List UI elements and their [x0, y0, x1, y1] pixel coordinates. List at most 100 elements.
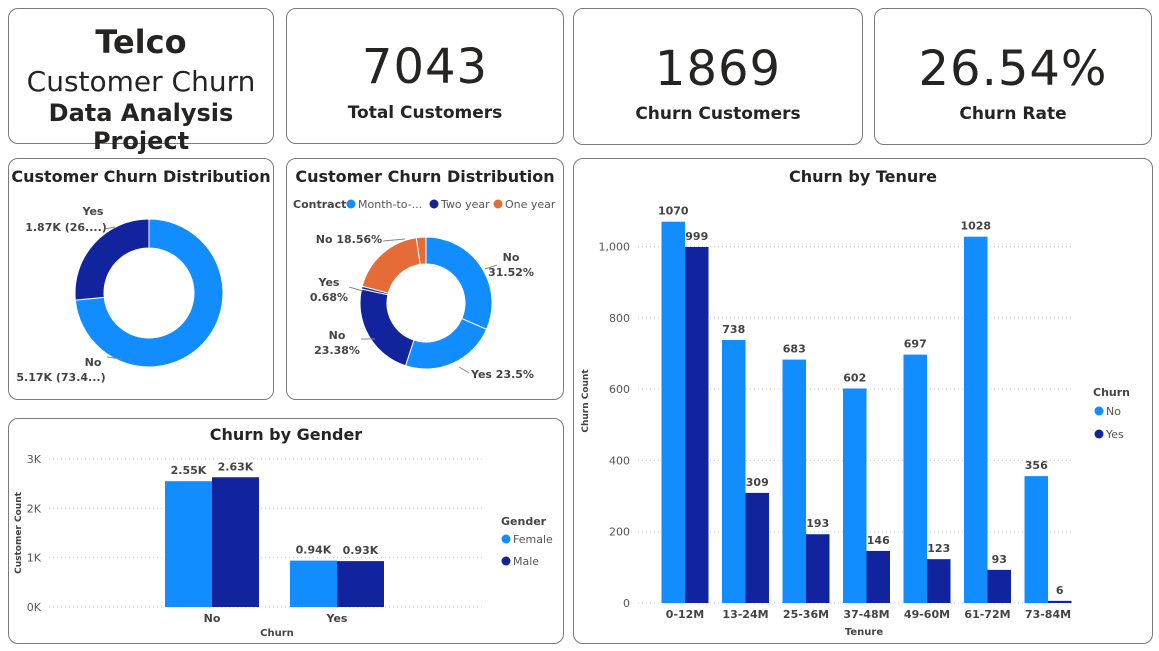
legend-label[interactable]: Female	[513, 533, 553, 546]
data-label: 0.93K	[343, 544, 379, 557]
data-label: 2.63K	[218, 460, 254, 473]
donut-slice-no[interactable]	[359, 288, 415, 367]
bar-no[interactable]	[782, 359, 807, 603]
legend-marker	[501, 556, 511, 566]
data-label: 1070	[658, 205, 689, 218]
legend-label[interactable]: No	[1106, 405, 1121, 418]
bar-no[interactable]	[964, 236, 988, 603]
leader-line	[348, 286, 364, 292]
y-tick-label: 600	[609, 383, 630, 396]
y-tick-label: 0	[623, 597, 630, 610]
chart-churn-by-contract: Customer Churn Distribution Contract Mont…	[286, 158, 564, 400]
data-label: 356	[1025, 459, 1048, 472]
legend-marker	[346, 199, 356, 209]
title-card: Telco Customer Churn Data Analysis Proje…	[8, 8, 274, 155]
kpi-value: 26.54%	[918, 41, 1108, 97]
x-tick-label: 0-12M	[666, 608, 704, 621]
x-tick-label: 49-60M	[904, 608, 950, 621]
data-label: 999	[685, 230, 708, 243]
legend-title: Contract	[293, 198, 346, 211]
slice-label: 0.68%	[310, 291, 348, 304]
data-label: 123	[927, 542, 950, 555]
slice-label: Yes	[318, 276, 340, 289]
donut-chart: Contract Month-to-... Two year One year No 31…	[293, 198, 556, 381]
kpi-value: 7043	[361, 39, 489, 95]
x-axis-title: Churn	[260, 628, 294, 639]
donut-chart: Yes 1.87K (26....) No 5.17K (73.4...)	[16, 205, 224, 384]
kpi-value: 1869	[654, 41, 782, 97]
bar-chart: 0 200 400 600 800 1,000 1070 999 0-12M 738 309 13-2…	[581, 205, 1130, 638]
legend-label[interactable]: Two year	[440, 198, 490, 211]
slice-label: No	[503, 251, 520, 264]
bar-female[interactable]	[165, 481, 212, 607]
chart-churn-by-gender: Churn by Gender 0K 1K 2K 3K 2.55K 2.63K No 0.94…	[8, 418, 564, 644]
legend-marker	[1094, 406, 1104, 416]
y-tick-label: 0K	[27, 601, 42, 614]
slice-label: 31.52%	[488, 266, 534, 279]
legend-label[interactable]: Male	[513, 555, 539, 568]
x-tick-label: No	[204, 612, 221, 625]
slice-label: 23.38%	[314, 344, 360, 357]
y-tick-label: 1K	[27, 552, 42, 565]
y-tick-label: 1,000	[599, 241, 631, 254]
data-label: 0.94K	[296, 544, 332, 557]
data-label: 1028	[960, 220, 991, 233]
data-label: 683	[783, 343, 806, 356]
data-label: 146	[867, 534, 890, 547]
legend-label[interactable]: Month-to-...	[358, 198, 422, 211]
bar-female[interactable]	[290, 560, 337, 607]
bar-yes[interactable]	[745, 492, 770, 603]
bar-no[interactable]	[661, 221, 686, 603]
kpi-label: Total Customers	[347, 103, 503, 123]
x-tick-label: 37-48M	[843, 608, 889, 621]
slice-label: Yes 23.5%	[470, 368, 534, 381]
x-tick-label: Yes	[326, 612, 348, 625]
y-tick-label: 400	[609, 454, 630, 467]
chart-churn-by-tenure: Churn by Tenure 0 200 400 600 800 1,000 1070 99…	[573, 158, 1153, 644]
bar-no[interactable]	[903, 354, 928, 603]
bar-yes[interactable]	[685, 246, 709, 603]
legend-marker	[429, 199, 439, 209]
bar-no[interactable]	[843, 388, 867, 603]
donut-slice-no[interactable]	[425, 236, 493, 330]
bar-yes[interactable]	[987, 569, 1012, 603]
y-axis-title: Churn Count	[581, 369, 591, 433]
data-label: 6	[1056, 584, 1064, 597]
x-tick-label: 73-84M	[1025, 608, 1071, 621]
chart-churn-distribution: Customer Churn Distribution Yes 1.87K (26…	[8, 158, 274, 400]
legend-title: Gender	[501, 515, 547, 528]
data-label: 738	[722, 323, 745, 336]
data-label: 697	[904, 338, 927, 351]
x-tick-label: 13-24M	[722, 608, 768, 621]
title-line-3: Data Analysis Project	[48, 99, 234, 155]
x-tick-label: 61-72M	[964, 608, 1010, 621]
donut-slice-no[interactable]	[361, 237, 421, 294]
kpi-churn-customers: 1869 Churn Customers	[573, 8, 863, 145]
x-axis-title: Tenure	[845, 627, 883, 638]
legend-marker	[1094, 429, 1104, 439]
slice-label-no-category: No	[85, 356, 102, 369]
bar-male[interactable]	[212, 477, 259, 607]
y-tick-label: 800	[609, 312, 630, 325]
slice-label: No 18.56%	[316, 233, 382, 246]
legend-label[interactable]: Yes	[1105, 428, 1124, 441]
bar-no[interactable]	[722, 340, 746, 603]
data-label: 193	[806, 517, 829, 530]
x-tick-label: 25-36M	[783, 608, 829, 621]
legend-marker	[501, 534, 511, 544]
bar-yes[interactable]	[1048, 600, 1072, 603]
slice-label-no-value: 5.17K (73.4...)	[16, 371, 105, 384]
leader-line	[458, 366, 470, 374]
bar-yes[interactable]	[806, 534, 830, 603]
bar-male[interactable]	[337, 561, 384, 607]
bar-yes[interactable]	[927, 559, 951, 603]
leader-line	[382, 238, 406, 242]
kpi-label: Churn Customers	[635, 104, 801, 124]
bar-yes[interactable]	[866, 550, 891, 603]
bar-no[interactable]	[1024, 476, 1049, 603]
legend-label[interactable]: One year	[505, 198, 556, 211]
data-label: 2.55K	[171, 464, 207, 477]
title-line-2: Customer Churn	[26, 65, 256, 98]
y-tick-label: 3K	[27, 453, 42, 466]
donut-slice-yes[interactable]	[404, 317, 488, 370]
